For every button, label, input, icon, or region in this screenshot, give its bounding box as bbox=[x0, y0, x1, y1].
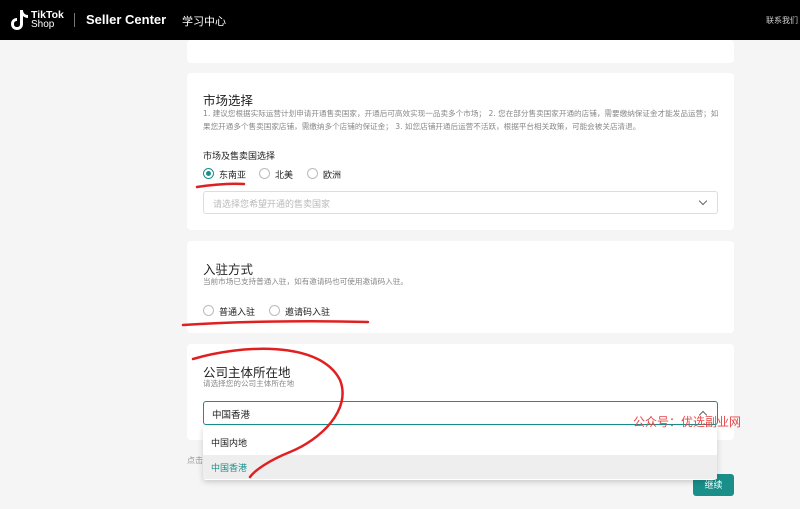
watermark-text: 公众号：优选副业网 bbox=[633, 415, 742, 429]
brand-line-2: Shop bbox=[31, 19, 55, 30]
radio-north-america[interactable] bbox=[259, 168, 270, 179]
dropdown-option-mainland[interactable]: 中国内地 bbox=[203, 430, 717, 454]
top-header: TikTok Shop Seller Center 学习中心 联系我们 bbox=[0, 0, 800, 40]
agreement-hint: 点击 bbox=[187, 456, 203, 465]
radio-southeast-asia[interactable] bbox=[203, 168, 214, 179]
radio-label-normal-entry[interactable]: 普通入驻 bbox=[219, 305, 255, 318]
contact-us-link[interactable]: 联系我们 bbox=[766, 15, 798, 26]
radio-invite-code-entry[interactable] bbox=[269, 305, 280, 316]
app-title[interactable]: Seller Center bbox=[86, 12, 166, 27]
radio-normal-entry[interactable] bbox=[203, 305, 214, 316]
radio-label-europe[interactable]: 欧洲 bbox=[323, 168, 341, 181]
entry-section-description: 当前市场已支持普通入驻，如有邀请码也可使用邀请码入驻。 bbox=[203, 277, 409, 286]
learning-center-link[interactable]: 学习中心 bbox=[182, 13, 226, 29]
market-section-description: 1. 建议您根据实际运营计划申请开通售卖国家，开通后可高效实现一品卖多个市场； … bbox=[203, 109, 719, 131]
tiktok-logo-icon[interactable] bbox=[10, 8, 30, 32]
company-location-value: 中国香港 bbox=[212, 410, 251, 421]
tiktok-shop-brand[interactable]: TikTok Shop bbox=[31, 10, 64, 30]
dropdown-option-label: 中国内地 bbox=[211, 439, 248, 449]
entry-method-card: 入驻方式 当前市场已支持普通入驻，如有邀请码也可使用邀请码入驻。 普通入驻 邀请… bbox=[187, 241, 734, 333]
radio-europe[interactable] bbox=[307, 168, 318, 179]
radio-label-north-america[interactable]: 北美 bbox=[275, 168, 293, 181]
country-select-placeholder: 请选择您希望开通的售卖国家 bbox=[213, 200, 331, 210]
market-field-label: 市场及售卖国选择 bbox=[203, 152, 276, 162]
company-section-description: 请选择您的公司主体所在地 bbox=[203, 379, 295, 388]
dropdown-option-label: 中国香港 bbox=[211, 464, 248, 474]
radio-label-invite-code-entry[interactable]: 邀请码入驻 bbox=[285, 305, 330, 318]
chevron-down-icon bbox=[698, 196, 708, 206]
previous-section-card bbox=[187, 40, 734, 63]
country-select[interactable]: 请选择您希望开通的售卖国家 bbox=[203, 191, 718, 214]
radio-label-southeast-asia[interactable]: 东南亚 bbox=[219, 168, 246, 181]
header-divider bbox=[74, 13, 75, 27]
market-selection-card: 市场选择 1. 建议您根据实际运营计划申请开通售卖国家，开通后可高效实现一品卖多… bbox=[187, 73, 734, 230]
company-location-dropdown: 中国内地 中国香港 bbox=[203, 426, 717, 480]
dropdown-option-hongkong[interactable]: 中国香港 bbox=[203, 455, 717, 479]
